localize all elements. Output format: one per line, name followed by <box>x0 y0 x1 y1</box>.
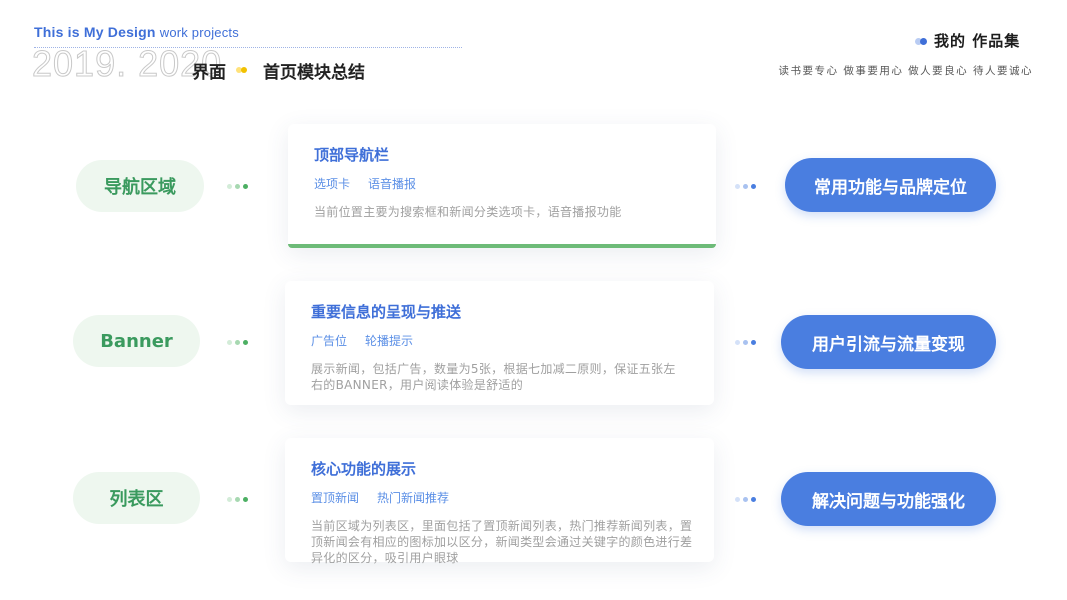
card-description: 当前位置主要为搜索框和新闻分类选项卡，语音播报功能 <box>314 205 622 219</box>
connector-dots-icon <box>735 340 765 346</box>
module-card-nav: 顶部导航栏 选项卡 语音播报 当前位置主要为搜索框和新闻分类选项卡，语音播报功能 <box>288 124 716 248</box>
card-tag: 语音播报 <box>368 177 417 191</box>
section-label-list: 列表区 <box>73 472 200 524</box>
card-title: 顶部导航栏 <box>314 146 390 164</box>
connector-dots-icon <box>735 497 765 503</box>
section-label-nav: 导航区域 <box>76 160 204 212</box>
header-separator-icon <box>236 66 250 74</box>
header-topic: 首页模块总结 <box>263 63 365 83</box>
card-tags: 广告位 轮播提示 <box>311 332 688 349</box>
card-title: 重要信息的呈现与推送 <box>311 303 462 321</box>
card-title: 核心功能的展示 <box>311 460 417 478</box>
connector-dots-icon <box>227 497 257 503</box>
card-tag: 选项卡 <box>314 177 351 191</box>
card-description: 当前区域为列表区，里面包括了置顶新闻列表，热门推荐新闻列表，置顶新闻会有相应的图… <box>311 519 693 565</box>
connector-dots-icon <box>735 184 765 190</box>
card-accent-bar <box>288 244 716 248</box>
card-description: 展示新闻，包括广告，数量为5张，根据七加减二原则，保证五张左右的BANNER，用… <box>311 362 676 392</box>
header-title-en: This is My Design work projects <box>34 24 239 40</box>
module-card-list: 核心功能的展示 置顶新闻 热门新闻推荐 当前区域为列表区，里面包括了置顶新闻列表，… <box>285 438 714 565</box>
card-tag: 轮播提示 <box>365 334 414 348</box>
brand-motto: 读书要专心 做事要用心 做人要良心 待人要诚心 <box>778 65 1033 77</box>
goal-badge-banner: 用户引流与流量变现 <box>781 315 996 369</box>
goal-badge-list: 解决问题与功能强化 <box>781 472 996 526</box>
card-tags: 置顶新闻 热门新闻推荐 <box>311 489 688 506</box>
connector-dots-icon <box>227 340 257 346</box>
module-card-banner: 重要信息的呈现与推送 广告位 轮播提示 展示新闻，包括广告，数量为5张，根据七加减… <box>285 281 714 405</box>
card-tag: 置顶新闻 <box>311 491 360 505</box>
brand-dot-icon <box>915 38 929 46</box>
card-tag: 热门新闻推荐 <box>377 491 450 505</box>
brand-title: 我的 作品集 <box>934 32 1021 50</box>
goal-badge-nav: 常用功能与品牌定位 <box>785 158 996 212</box>
card-tags: 选项卡 语音播报 <box>314 175 690 192</box>
header-category: 界面 <box>192 63 226 83</box>
card-tag: 广告位 <box>311 334 348 348</box>
connector-dots-icon <box>227 184 257 190</box>
section-label-banner: Banner <box>73 315 200 367</box>
